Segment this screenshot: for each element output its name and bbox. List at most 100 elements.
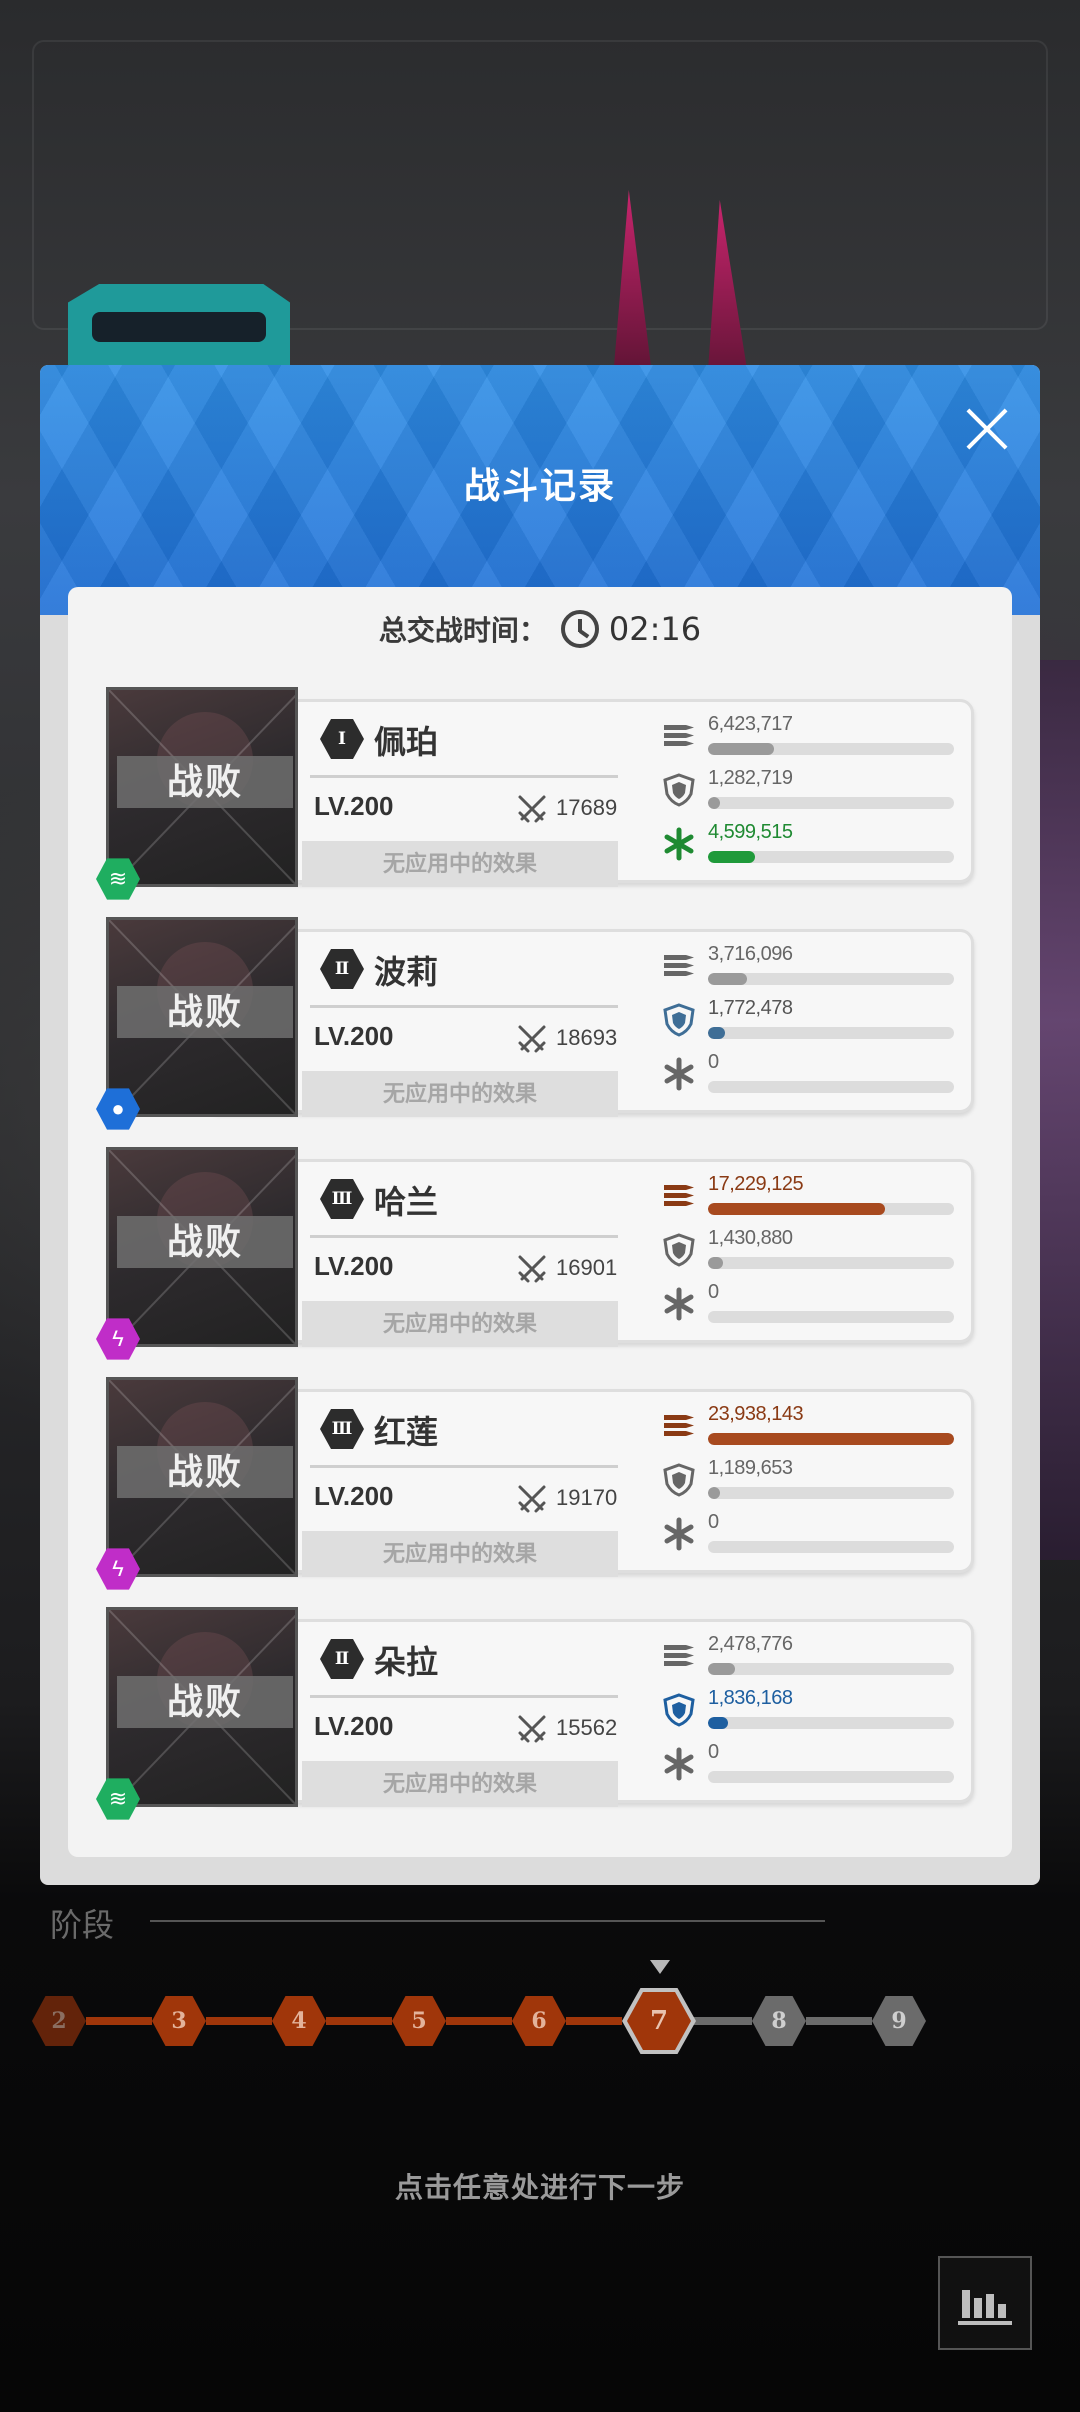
shield-icon [662,1233,696,1267]
character-record-row[interactable]: 战败 ϟ Ⅲ 哈兰 LV.200 16901 无应用中的效果 17,229,125 1,4… [96,1147,974,1360]
stat-value: 3,716,096 [708,943,793,965]
stage-connector [566,2017,622,2025]
stat-damage-taken: 1,282,719 [662,767,954,817]
name-divider [310,1235,618,1238]
stat-bar [708,1663,954,1675]
stat-bar [708,797,954,809]
shield-icon [662,773,696,807]
stat-bar-fill [708,1663,736,1675]
clock-icon [560,610,599,648]
stat-bar [708,1311,954,1323]
total-time-label: 总交战时间： [378,615,547,646]
bullets-icon [662,1409,696,1443]
character-portrait: 战败 [106,687,298,887]
stat-healing: 0 [662,1741,954,1791]
shield-icon [662,1003,696,1037]
stat-damage: 3,716,096 [662,943,954,993]
stat-value: 4,599,515 [708,821,793,843]
stat-value: 0 [708,1741,719,1763]
bar-chart-icon [958,2290,1012,2325]
defeat-status: 战败 [117,756,293,808]
character-name: 波莉 [374,954,439,990]
bullets-icon [662,719,696,753]
stat-damage: 23,938,143 [662,1403,954,1453]
stat-bar [708,743,954,755]
active-effects: 无应用中的效果 [302,841,618,887]
crossed-swords-icon [516,1483,548,1515]
stat-value: 2,478,776 [708,1633,793,1655]
defeat-status: 战败 [117,1676,293,1728]
stat-healing: 4,599,515 [662,821,954,871]
teal-tag [68,284,290,368]
character-record-row[interactable]: 战败 ϟ Ⅲ 红莲 LV.200 19170 无应用中的效果 23,938,143 1,1… [96,1377,974,1590]
active-effects: 无应用中的效果 [302,1301,618,1347]
stat-bar-fill [708,973,748,985]
close-button[interactable] [956,399,1016,459]
stat-healing: 0 [662,1051,954,1101]
stat-damage: 6,423,717 [662,713,954,763]
name-divider [310,1005,618,1008]
modal-title: 战斗记录 [463,465,616,506]
character-name: 朵拉 [374,1644,439,1680]
crossed-swords-icon [516,1253,548,1285]
defeat-status: 战败 [117,1446,293,1498]
stat-bar [708,1717,954,1729]
crossed-swords-icon [516,793,548,825]
crossed-swords-icon [516,1713,548,1745]
stat-bar [708,1541,954,1553]
stage-connector [806,2017,872,2025]
stat-bar-fill [708,1433,954,1445]
character-portrait: 战败 [106,1607,298,1807]
current-stage-pointer [650,1960,670,1974]
stat-bar [708,1081,954,1093]
character-portrait: 战败 [106,917,298,1117]
healing-icon [662,1287,696,1321]
continue-hint[interactable]: 点击任意处进行下一步 [0,2166,1080,2206]
stage-label: 阶段 [50,1906,115,1944]
stat-healing: 0 [662,1281,954,1331]
healing-icon [662,1747,696,1781]
shield-icon [662,1463,696,1497]
stat-value: 1,772,478 [708,997,793,1019]
shield-icon [662,1693,696,1727]
crossed-swords-icon [516,1023,548,1055]
character-portrait: 战败 [106,1377,298,1577]
name-divider [310,1465,618,1468]
stat-bar [708,1027,954,1039]
stat-bar [708,1257,954,1269]
active-effects: 无应用中的效果 [302,1531,618,1577]
name-divider [310,775,618,778]
stage-connector [86,2017,152,2025]
stage-node-number: 7 [627,1992,691,2050]
stat-damage-taken: 1,772,478 [662,997,954,1047]
combat-power: 17689 [556,795,618,820]
combat-power: 15562 [556,1715,618,1740]
stat-damage-taken: 1,836,168 [662,1687,954,1737]
stat-bar [708,973,954,985]
stat-bar-fill [708,1487,721,1499]
character-level: LV.200 [314,791,394,821]
stat-value: 0 [708,1511,719,1533]
character-record-row[interactable]: 战败 ≋ Ⅰ 佩珀 LV.200 17689 无应用中的效果 6,423,717 1,28… [96,687,974,900]
bullets-icon [662,1639,696,1673]
character-level: LV.200 [314,1021,394,1051]
stat-value: 1,282,719 [708,767,793,789]
combat-power: 16901 [556,1255,618,1280]
statistics-button[interactable] [938,2256,1032,2350]
stat-bar-fill [708,1717,728,1729]
character-record-row[interactable]: 战败 ≋ Ⅱ 朵拉 LV.200 15562 无应用中的效果 2,478,776 1,83… [96,1607,974,1820]
combat-power: 18693 [556,1025,618,1050]
stat-damage: 17,229,125 [662,1173,954,1223]
character-record-row[interactable]: 战败 ● Ⅱ 波莉 LV.200 18693 无应用中的效果 3,716,096 1,77… [96,917,974,1130]
stat-bar [708,1487,954,1499]
active-effects: 无应用中的效果 [302,1071,618,1117]
modal-header: 战斗记录 [40,365,1040,615]
stat-bar-fill [708,1203,886,1215]
stage-connector [446,2017,512,2025]
active-effects: 无应用中的效果 [302,1761,618,1807]
stat-bar-fill [708,1027,726,1039]
name-divider [310,1695,618,1698]
stat-bar [708,1433,954,1445]
stat-bar-fill [708,797,721,809]
character-name: 佩珀 [374,724,439,760]
